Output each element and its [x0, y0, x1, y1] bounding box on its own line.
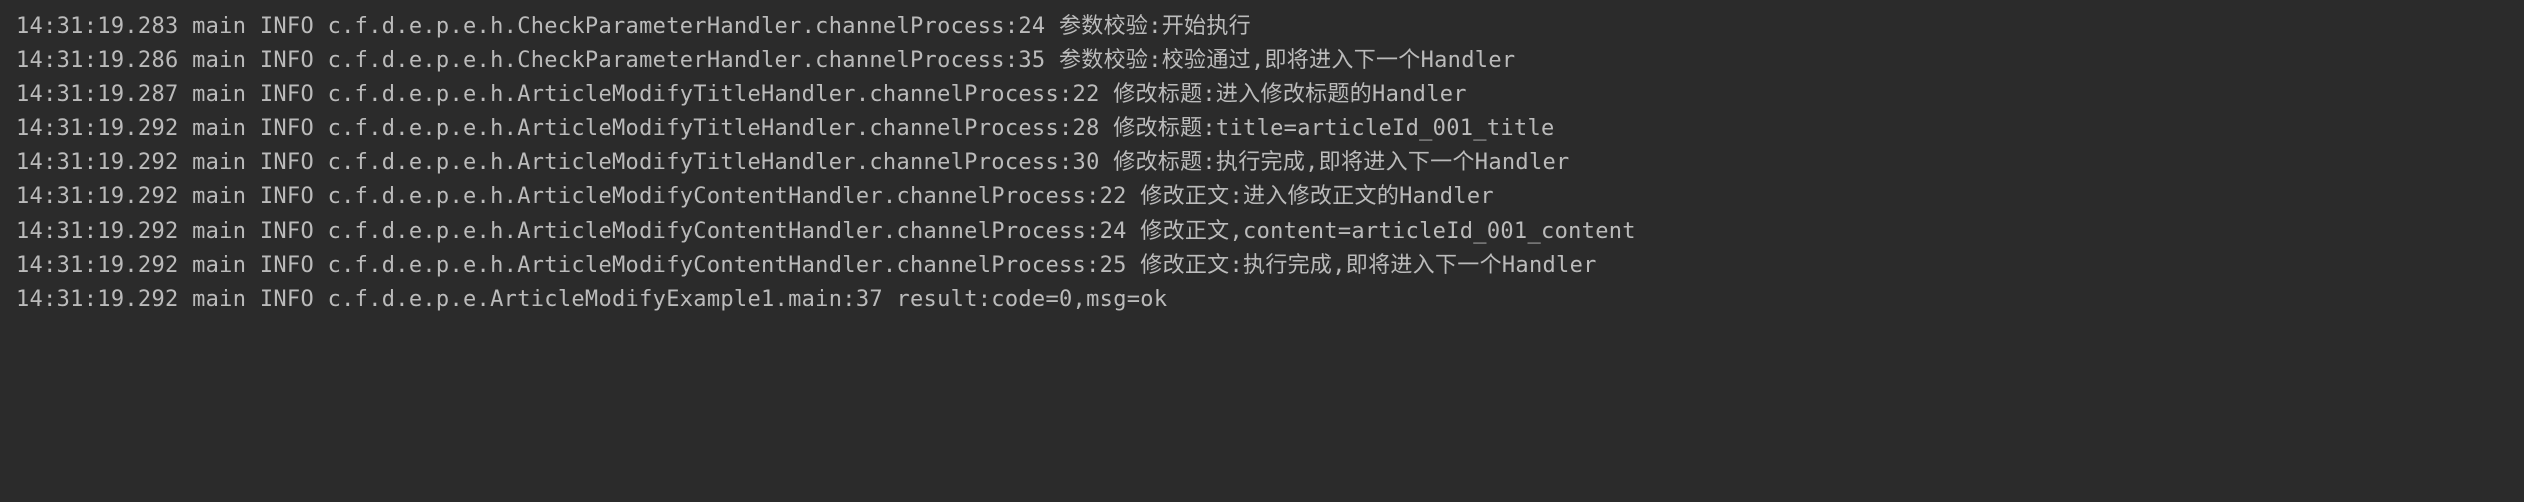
- log-thread: main: [192, 184, 246, 209]
- log-thread: main: [192, 253, 246, 278]
- log-level: INFO: [260, 184, 314, 209]
- log-thread: main: [192, 150, 246, 175]
- log-line: 14:31:19.292 main INFO c.f.d.e.p.e.h.Art…: [16, 112, 2508, 146]
- log-level: INFO: [260, 253, 314, 278]
- log-line: 14:31:19.292 main INFO c.f.d.e.p.e.h.Art…: [16, 249, 2508, 283]
- log-message: 参数校验:校验通过,即将进入下一个Handler: [1059, 48, 1515, 73]
- log-thread: main: [192, 48, 246, 73]
- log-line: 14:31:19.292 main INFO c.f.d.e.p.e.h.Art…: [16, 215, 2508, 249]
- log-timestamp: 14:31:19.292: [16, 150, 179, 175]
- log-thread: main: [192, 14, 246, 39]
- log-logger: c.f.d.e.p.e.ArticleModifyExample1.main:3…: [328, 287, 883, 312]
- log-logger: c.f.d.e.p.e.h.ArticleModifyTitleHandler.…: [328, 150, 1100, 175]
- log-line: 14:31:19.292 main INFO c.f.d.e.p.e.Artic…: [16, 283, 2508, 317]
- log-message: 修改正文:执行完成,即将进入下一个Handler: [1140, 253, 1596, 278]
- log-logger: c.f.d.e.p.e.h.ArticleModifyContentHandle…: [328, 219, 1127, 244]
- log-logger: c.f.d.e.p.e.h.ArticleModifyContentHandle…: [328, 184, 1127, 209]
- log-logger: c.f.d.e.p.e.h.ArticleModifyTitleHandler.…: [328, 82, 1100, 107]
- log-message: 参数校验:开始执行: [1059, 14, 1251, 39]
- log-timestamp: 14:31:19.292: [16, 287, 179, 312]
- log-timestamp: 14:31:19.287: [16, 82, 179, 107]
- log-thread: main: [192, 116, 246, 141]
- log-line: 14:31:19.283 main INFO c.f.d.e.p.e.h.Che…: [16, 10, 2508, 44]
- log-logger: c.f.d.e.p.e.h.ArticleModifyTitleHandler.…: [328, 116, 1100, 141]
- log-logger: c.f.d.e.p.e.h.ArticleModifyContentHandle…: [328, 253, 1127, 278]
- log-thread: main: [192, 287, 246, 312]
- log-line: 14:31:19.292 main INFO c.f.d.e.p.e.h.Art…: [16, 180, 2508, 214]
- log-output-container: 14:31:19.283 main INFO c.f.d.e.p.e.h.Che…: [16, 10, 2508, 317]
- log-thread: main: [192, 219, 246, 244]
- log-line: 14:31:19.287 main INFO c.f.d.e.p.e.h.Art…: [16, 78, 2508, 112]
- log-timestamp: 14:31:19.283: [16, 14, 179, 39]
- log-level: INFO: [260, 219, 314, 244]
- log-message: 修改标题:执行完成,即将进入下一个Handler: [1113, 150, 1569, 175]
- log-level: INFO: [260, 48, 314, 73]
- log-message: 修改标题:title=articleId_001_title: [1113, 116, 1554, 141]
- log-message: result:code=0,msg=ok: [896, 287, 1167, 312]
- log-timestamp: 14:31:19.292: [16, 219, 179, 244]
- log-line: 14:31:19.286 main INFO c.f.d.e.p.e.h.Che…: [16, 44, 2508, 78]
- log-message: 修改正文,content=articleId_001_content: [1140, 219, 1636, 244]
- log-timestamp: 14:31:19.292: [16, 184, 179, 209]
- log-level: INFO: [260, 82, 314, 107]
- log-level: INFO: [260, 116, 314, 141]
- log-logger: c.f.d.e.p.e.h.CheckParameterHandler.chan…: [328, 48, 1046, 73]
- log-message: 修改正文:进入修改正文的Handler: [1140, 184, 1494, 209]
- log-timestamp: 14:31:19.292: [16, 116, 179, 141]
- log-message: 修改标题:进入修改标题的Handler: [1113, 82, 1467, 107]
- log-logger: c.f.d.e.p.e.h.CheckParameterHandler.chan…: [328, 14, 1046, 39]
- log-thread: main: [192, 82, 246, 107]
- log-line: 14:31:19.292 main INFO c.f.d.e.p.e.h.Art…: [16, 146, 2508, 180]
- log-level: INFO: [260, 287, 314, 312]
- log-level: INFO: [260, 14, 314, 39]
- log-timestamp: 14:31:19.292: [16, 253, 179, 278]
- log-timestamp: 14:31:19.286: [16, 48, 179, 73]
- log-level: INFO: [260, 150, 314, 175]
